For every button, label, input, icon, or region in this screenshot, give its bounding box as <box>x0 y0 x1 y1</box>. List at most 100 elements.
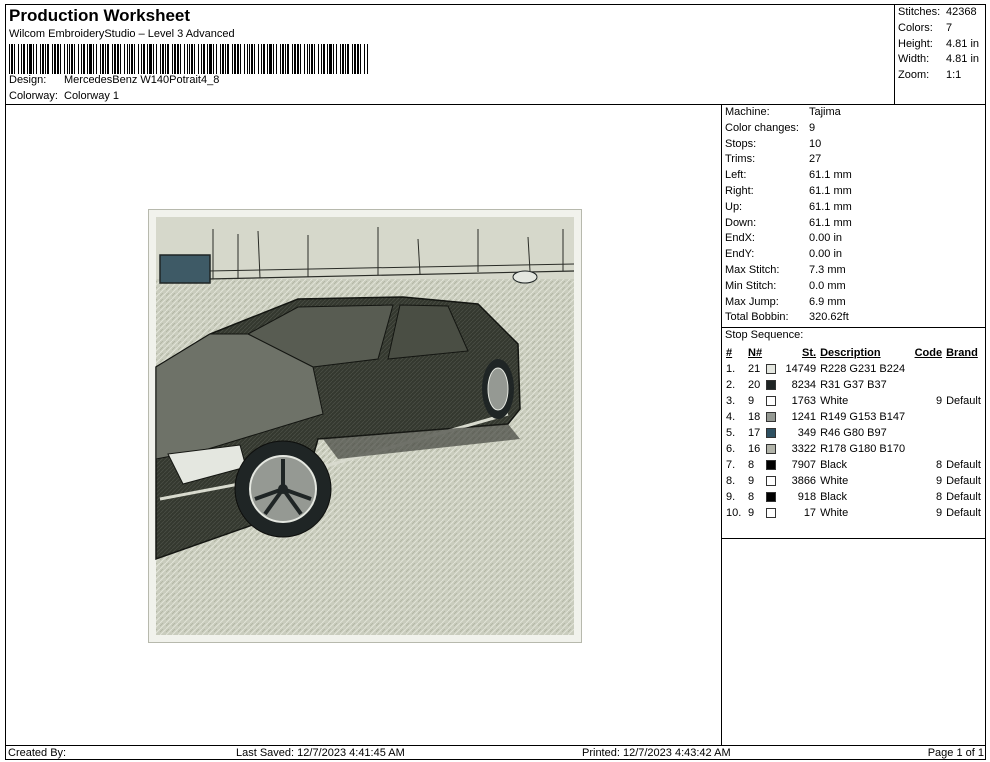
color-description: R149 G153 B147 <box>820 411 906 423</box>
info-label: Machine: <box>725 106 770 118</box>
design-stats: Stitches: 42368 Colors: 7 Height: 4.81 in W… <box>894 5 986 105</box>
thread-brand <box>944 441 983 457</box>
stop-sequence-title: Stop Sequence: <box>725 329 804 341</box>
info-label: Stops: <box>725 137 757 150</box>
col-needle: N# <box>748 347 763 359</box>
needle-number: 17 <box>748 427 761 439</box>
stitch-count: 17 <box>803 507 817 519</box>
info-label: EndY: <box>725 248 755 261</box>
software-subtitle: Wilcom EmbroideryStudio – Level 3 Advanc… <box>9 28 235 40</box>
needle-number: 9 <box>748 395 755 407</box>
machine-info-row: Machine: Tajima <box>725 106 841 118</box>
col-swatch <box>764 345 778 361</box>
stitch-count: 1241 <box>791 411 817 423</box>
color-swatch-box <box>766 476 777 487</box>
thread-code <box>912 441 944 457</box>
thread-brand <box>944 361 983 377</box>
thread-code <box>912 409 944 425</box>
design-preview <box>6 105 722 745</box>
thread-brand: Default <box>946 395 981 407</box>
table-row: 5. 17 349 R46 G80 B97 <box>724 425 983 441</box>
worksheet-header: Production Worksheet Wilcom EmbroiderySt… <box>6 5 894 105</box>
color-swatch <box>764 505 778 521</box>
col-num: # <box>726 347 733 359</box>
info-value: 0.00 in <box>809 232 843 245</box>
colorway-label: Colorway: <box>9 90 58 102</box>
machine-info-row: Right: 61.1 mm <box>725 185 852 197</box>
thread-brand: Default <box>946 507 981 519</box>
color-description: Black <box>820 459 847 471</box>
table-row: 6. 16 3322 R178 G180 B170 <box>724 441 983 457</box>
thread-code: 8 <box>935 459 943 471</box>
info-value: 0.00 in <box>809 248 843 261</box>
stitch-count: 8234 <box>791 379 817 391</box>
stat-label: Stitches: <box>898 6 941 18</box>
needle-number: 18 <box>748 411 761 423</box>
stat-value: 1:1 <box>946 69 962 81</box>
machine-info-row: Stops: 10 <box>725 138 821 150</box>
thread-code: 9 <box>935 475 943 487</box>
stop-number: 7. <box>726 459 736 471</box>
colorway-row: Colorway: Colorway 1 <box>9 90 119 102</box>
table-row: 4. 18 1241 R149 G153 B147 <box>724 409 983 425</box>
stop-number: 4. <box>726 411 736 423</box>
color-description: R228 G231 B224 <box>820 363 906 375</box>
color-swatch-box <box>766 508 777 519</box>
info-label: Max Jump: <box>725 295 779 308</box>
stop-number: 1. <box>726 363 736 375</box>
stop-number: 3. <box>726 395 736 407</box>
color-description: White <box>820 395 849 407</box>
needle-number: 8 <box>748 491 755 503</box>
colorway-name: Colorway 1 <box>64 90 120 102</box>
color-swatch <box>764 377 778 393</box>
color-swatch-box <box>766 460 777 471</box>
thread-code: 9 <box>935 507 943 519</box>
stitch-count: 3866 <box>791 475 817 487</box>
stop-number: 9. <box>726 491 736 503</box>
stop-number: 2. <box>726 379 736 391</box>
info-label: Color changes: <box>725 121 799 134</box>
color-swatch <box>764 393 778 409</box>
machine-info-row: Max Jump: 6.9 mm <box>725 296 846 308</box>
color-description: White <box>820 475 849 487</box>
printed-date: Printed: 12/7/2023 4:43:42 AM <box>582 747 731 759</box>
thread-brand: Default <box>946 491 981 503</box>
info-value: 9 <box>809 121 816 134</box>
col-code: Code <box>914 347 943 359</box>
stop-number: 8. <box>726 475 736 487</box>
col-brand: Brand <box>946 347 978 359</box>
info-value: 7.3 mm <box>809 264 846 276</box>
created-by: Created By: <box>8 747 67 759</box>
col-stitches: St. <box>802 347 817 359</box>
info-label: Left: <box>725 169 747 182</box>
info-label: Down: <box>725 216 757 229</box>
last-saved: Last Saved: 12/7/2023 4:41:45 AM <box>236 747 405 759</box>
stop-sequence-panel: Stop Sequence: # N# St. Description Code… <box>722 327 986 539</box>
table-row: 1. 21 14749 R228 G231 B224 <box>724 361 983 377</box>
color-swatch <box>764 473 778 489</box>
info-label: Min Stitch: <box>725 279 777 292</box>
machine-info-row: Total Bobbin: 320.62ft <box>725 311 849 323</box>
machine-info-row: EndY: 0.00 in <box>725 248 842 260</box>
stat-width: Width: 4.81 in <box>898 53 979 65</box>
needle-number: 9 <box>748 475 755 487</box>
stat-height: Height: 4.81 in <box>898 38 979 50</box>
needle-number: 20 <box>748 379 761 391</box>
info-value: 61.1 mm <box>809 200 852 213</box>
stat-zoom: Zoom: 1:1 <box>898 69 961 81</box>
stitch-count: 1763 <box>791 395 817 407</box>
machine-info-row: Min Stitch: 0.0 mm <box>725 280 846 292</box>
embroidery-design-image <box>148 209 582 643</box>
machine-info-row: Trims: 27 <box>725 153 821 165</box>
stat-value: 7 <box>946 22 953 34</box>
table-row: 8. 9 3866 White 9 Default <box>724 473 983 489</box>
stitch-count: 3322 <box>791 443 817 455</box>
thread-code <box>912 377 944 393</box>
color-swatch-box <box>766 396 777 407</box>
color-swatch <box>764 489 778 505</box>
design-name: MercedesBenz W140Potrait4_8 <box>64 74 220 86</box>
table-header-row: # N# St. Description Code Brand <box>724 345 983 361</box>
worksheet-footer: Created By: Last Saved: 12/7/2023 4:41:4… <box>6 745 986 760</box>
color-swatch-box <box>766 412 777 423</box>
machine-info-row: EndX: 0.00 in <box>725 232 842 244</box>
